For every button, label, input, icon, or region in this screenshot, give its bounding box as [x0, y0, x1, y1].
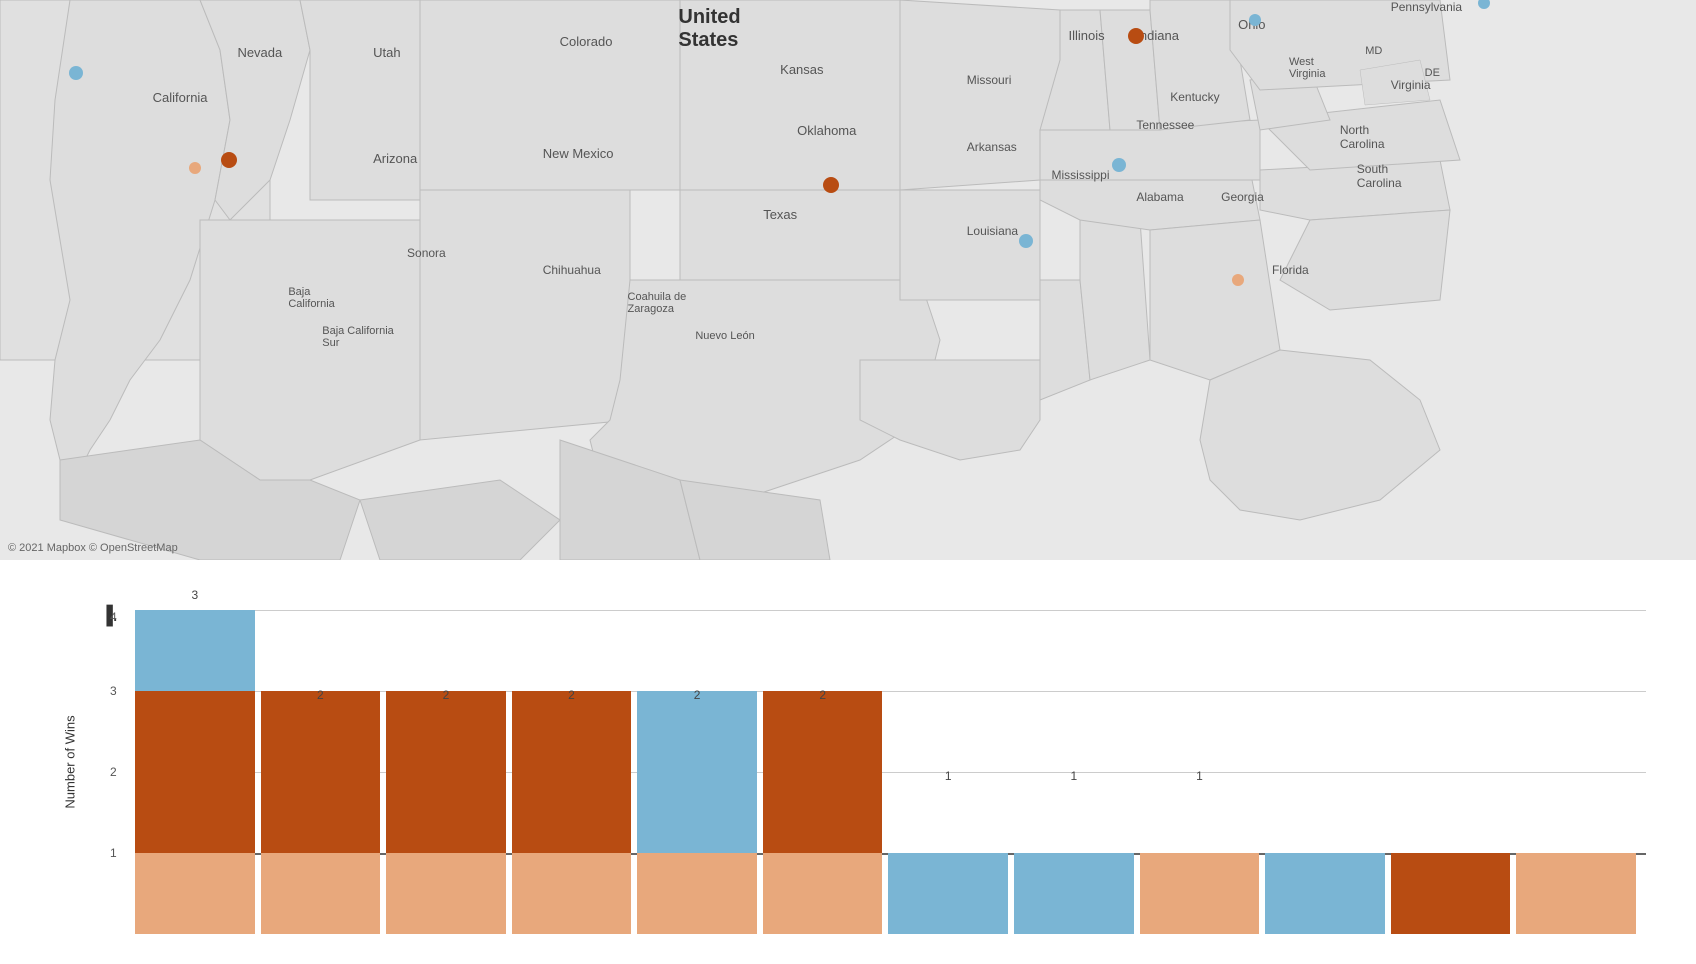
bar-group-7: 1: [888, 610, 1008, 934]
bar-segment-light-orange-3: [386, 853, 506, 934]
bar-group-6: 2: [763, 610, 883, 934]
bar-segment-dark-orange-4: [512, 691, 632, 853]
bar-segment-blue-5: [637, 691, 757, 853]
bar-group-5: 2: [637, 610, 757, 934]
y-axis-label: Number of Wins: [63, 702, 78, 822]
dot-louisiana: [1019, 234, 1033, 248]
bar-segment-light-orange-6: [763, 853, 883, 934]
y-tick-2: 2: [110, 765, 117, 779]
dot-texas: [823, 177, 839, 193]
dot-florida: [1232, 274, 1244, 286]
bar-segment-blue-8: [1014, 853, 1134, 934]
dot-indiana: [1128, 28, 1144, 44]
bar-segment-dark-orange-11: [1391, 853, 1511, 934]
bar-label-1: 3: [191, 588, 198, 602]
bar-group-12: [1516, 610, 1636, 934]
dot-california-south2: [189, 162, 201, 174]
bar-group-10: [1265, 610, 1385, 934]
dot-california-north: [69, 66, 83, 80]
dot-mississippi: [1112, 158, 1126, 172]
bar-segment-light-orange-2: [261, 853, 381, 934]
bar-segment-dark-orange-3: [386, 691, 506, 853]
y-tick-4: 4: [110, 610, 117, 624]
bar-segment-dark-orange-6: [763, 691, 883, 853]
bar-segment-light-orange-1: [135, 853, 255, 934]
bar-group-4: 2: [512, 610, 632, 934]
bar-segment-light-orange-5: [637, 853, 757, 934]
bar-label-9: 1: [1196, 769, 1203, 783]
bar-segment-light-orange-12: [1516, 853, 1636, 934]
bar-group-8: 1: [1014, 610, 1134, 934]
bar-group-11: [1391, 610, 1511, 934]
chart-container: Number of Wins ▐. 4 3 2 1 3: [0, 560, 1696, 964]
bar-segment-blue-1: [135, 610, 255, 691]
y-tick-1: 1: [110, 846, 117, 860]
bar-label-5: 2: [694, 688, 701, 702]
bar-group-3: 2: [386, 610, 506, 934]
bar-label-4: 2: [568, 688, 575, 702]
map-container: Nevada Utah Colorado Kansas UnitedStates…: [0, 0, 1696, 560]
bar-segment-dark-orange-2: [261, 691, 381, 853]
map-attribution: © 2021 Mapbox © OpenStreetMap: [8, 542, 178, 554]
bar-segment-dark-orange-1: [135, 691, 255, 853]
bar-group-9: 1: [1140, 610, 1260, 934]
y-tick-3: 3: [110, 684, 117, 698]
bar-label-3: 2: [443, 688, 450, 702]
dot-ohio: [1249, 14, 1261, 26]
bar-group-1: 3: [135, 610, 255, 934]
bar-group-2: 2: [261, 610, 381, 934]
bar-segment-light-orange-9: [1140, 853, 1260, 934]
bar-label-6: 2: [819, 688, 826, 702]
bar-segment-blue-10: [1265, 853, 1385, 934]
bar-label-2: 2: [317, 688, 324, 702]
bar-segment-light-orange-4: [512, 853, 632, 934]
bar-label-7: 1: [945, 769, 952, 783]
dot-california-south1: [221, 152, 237, 168]
bar-segment-blue-7: [888, 853, 1008, 934]
bar-label-8: 1: [1070, 769, 1077, 783]
